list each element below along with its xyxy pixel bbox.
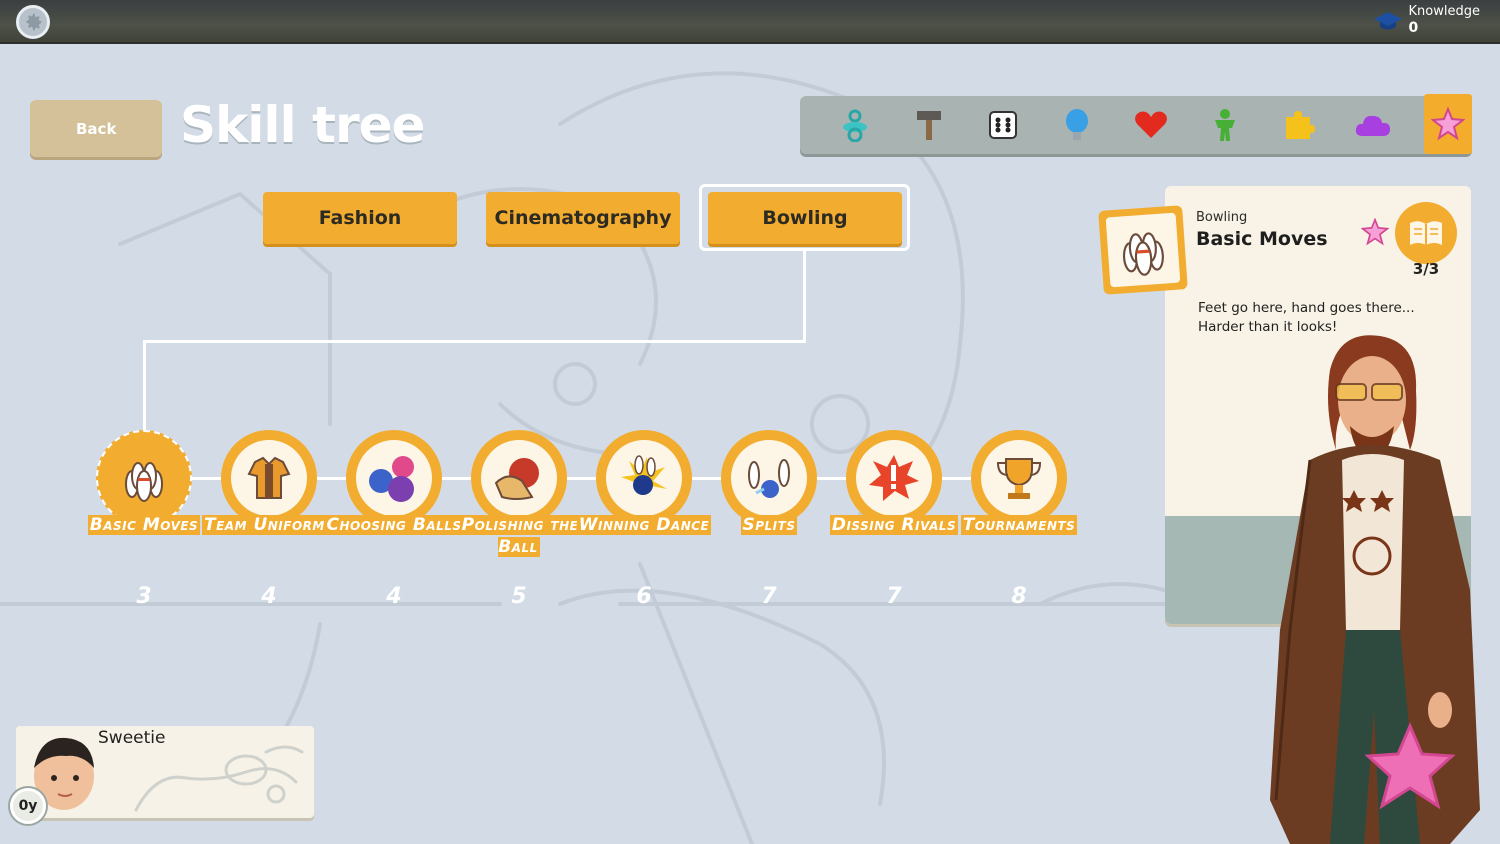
settings-button[interactable] xyxy=(16,5,50,39)
skill-circle xyxy=(971,430,1067,526)
category-cloud[interactable] xyxy=(1336,96,1410,154)
skill-cost: 7 xyxy=(761,584,777,609)
back-button[interactable]: Back xyxy=(30,100,162,157)
skill-node-splits[interactable]: Splits 7 xyxy=(721,430,817,609)
skill-cost: 4 xyxy=(386,584,402,609)
knowledge-value: 0 xyxy=(1408,20,1419,36)
category-puzzle[interactable] xyxy=(1262,96,1336,154)
learn-book-button[interactable] xyxy=(1395,202,1457,264)
skill-cost: 3 xyxy=(136,584,152,609)
knowledge-counter: Knowledge 0 xyxy=(1373,4,1480,36)
skill-name-text: Splits xyxy=(740,515,798,535)
skill-node-team-uniforms[interactable]: Team Uniforms 4 xyxy=(202,430,336,609)
category-star[interactable] xyxy=(1424,94,1472,154)
skill-circle-inner xyxy=(981,440,1057,516)
star-icon xyxy=(1431,107,1465,141)
tab-fashion[interactable]: Fashion xyxy=(263,192,457,244)
skill-cost: 8 xyxy=(1011,584,1027,609)
skill-node-polishing-the-ball[interactable]: Polishing the Ball 5 xyxy=(459,430,579,609)
skill-circle xyxy=(221,430,317,526)
skill-name-text: Tournaments xyxy=(960,515,1078,535)
skill-cost: 4 xyxy=(261,584,277,609)
connector-line xyxy=(803,251,806,343)
skill-circle-inner xyxy=(231,440,307,516)
knowledge-label: Knowledge xyxy=(1408,4,1480,19)
skill-circle-inner xyxy=(106,440,182,516)
person-icon xyxy=(1215,109,1235,141)
skill-circle-inner xyxy=(356,440,432,516)
top-bar: Knowledge 0 xyxy=(0,0,1500,44)
skill-node-winning-dance[interactable]: Winning Dance 6 xyxy=(576,430,712,609)
skill-circle xyxy=(96,430,192,526)
category-hammer[interactable] xyxy=(892,96,966,154)
category-dice[interactable] xyxy=(966,96,1040,154)
bowling-balls-icon xyxy=(369,456,414,502)
skill-circle-inner xyxy=(856,440,932,516)
card-title: Basic Moves xyxy=(1196,228,1328,250)
bowling-pins-icon xyxy=(125,462,163,502)
skill-circle xyxy=(346,430,442,526)
puzzle-icon xyxy=(1286,111,1315,139)
skill-thumbnail xyxy=(1098,205,1188,295)
polish-ball-icon xyxy=(494,458,539,500)
cloud-icon xyxy=(1355,115,1390,136)
skill-circle xyxy=(596,430,692,526)
category-bar xyxy=(800,94,1472,154)
shout-icon xyxy=(869,455,919,501)
skill-circle xyxy=(721,430,817,526)
heart-icon xyxy=(1135,111,1167,138)
skill-cost: 6 xyxy=(636,584,652,609)
tab-bowling[interactable]: Bowling xyxy=(708,192,902,244)
child-age-badge: 0y xyxy=(10,788,46,824)
category-heart[interactable] xyxy=(1114,96,1188,154)
bowling-shirt-icon xyxy=(247,456,291,499)
category-pacifier[interactable] xyxy=(818,96,892,154)
skill-name: Tournaments xyxy=(941,514,1097,536)
skill-circle xyxy=(471,430,567,526)
skill-circle-inner xyxy=(481,440,557,516)
skill-circle-inner xyxy=(606,440,682,516)
skill-node-choosing-balls[interactable]: Choosing Balls 4 xyxy=(324,430,464,609)
skill-circle xyxy=(846,430,942,526)
card-category: Bowling xyxy=(1196,210,1248,225)
gear-icon xyxy=(26,13,42,31)
skill-thumbnail-inner xyxy=(1105,212,1181,288)
category-person[interactable] xyxy=(1188,96,1262,154)
connector-line xyxy=(143,340,806,343)
skill-cost: 7 xyxy=(886,584,902,609)
category-lightbulb[interactable] xyxy=(1040,96,1114,154)
skill-name-text: Polishing the Ball xyxy=(459,515,579,557)
split-pins-icon xyxy=(748,459,790,498)
pacifier-icon xyxy=(843,109,867,142)
tab-cinematography[interactable]: Cinematography xyxy=(486,192,680,244)
graduation-cap-icon xyxy=(1373,12,1402,30)
character-portrait xyxy=(1270,335,1480,844)
skill-progress: 3/3 xyxy=(1412,260,1440,278)
skill-name-text: Dissing Rivals xyxy=(829,515,959,535)
bowling-pins-icon xyxy=(1122,232,1164,276)
trophy-icon xyxy=(996,458,1042,499)
page-title: Skill tree xyxy=(180,96,425,154)
skill-node-tournaments[interactable]: Tournaments 8 xyxy=(960,430,1078,609)
child-card[interactable]: Sweetie xyxy=(16,726,314,818)
star-icon xyxy=(1361,218,1389,246)
strike-icon xyxy=(621,455,667,495)
skill-cost: 5 xyxy=(511,584,527,609)
connector-line xyxy=(143,340,146,432)
book-icon xyxy=(1410,221,1442,245)
lightbulb-icon xyxy=(1066,109,1088,140)
hammer-icon xyxy=(917,111,941,140)
skill-name-text: Basic Moves xyxy=(87,515,201,535)
skill-node-dissing-rivals[interactable]: Dissing Rivals 7 xyxy=(829,430,959,609)
dice-icon xyxy=(989,111,1017,139)
airplane-sketch-icon xyxy=(134,745,304,812)
skill-node-basic-moves[interactable]: Basic Moves 3 xyxy=(87,430,201,609)
skill-circle-inner xyxy=(731,440,807,516)
